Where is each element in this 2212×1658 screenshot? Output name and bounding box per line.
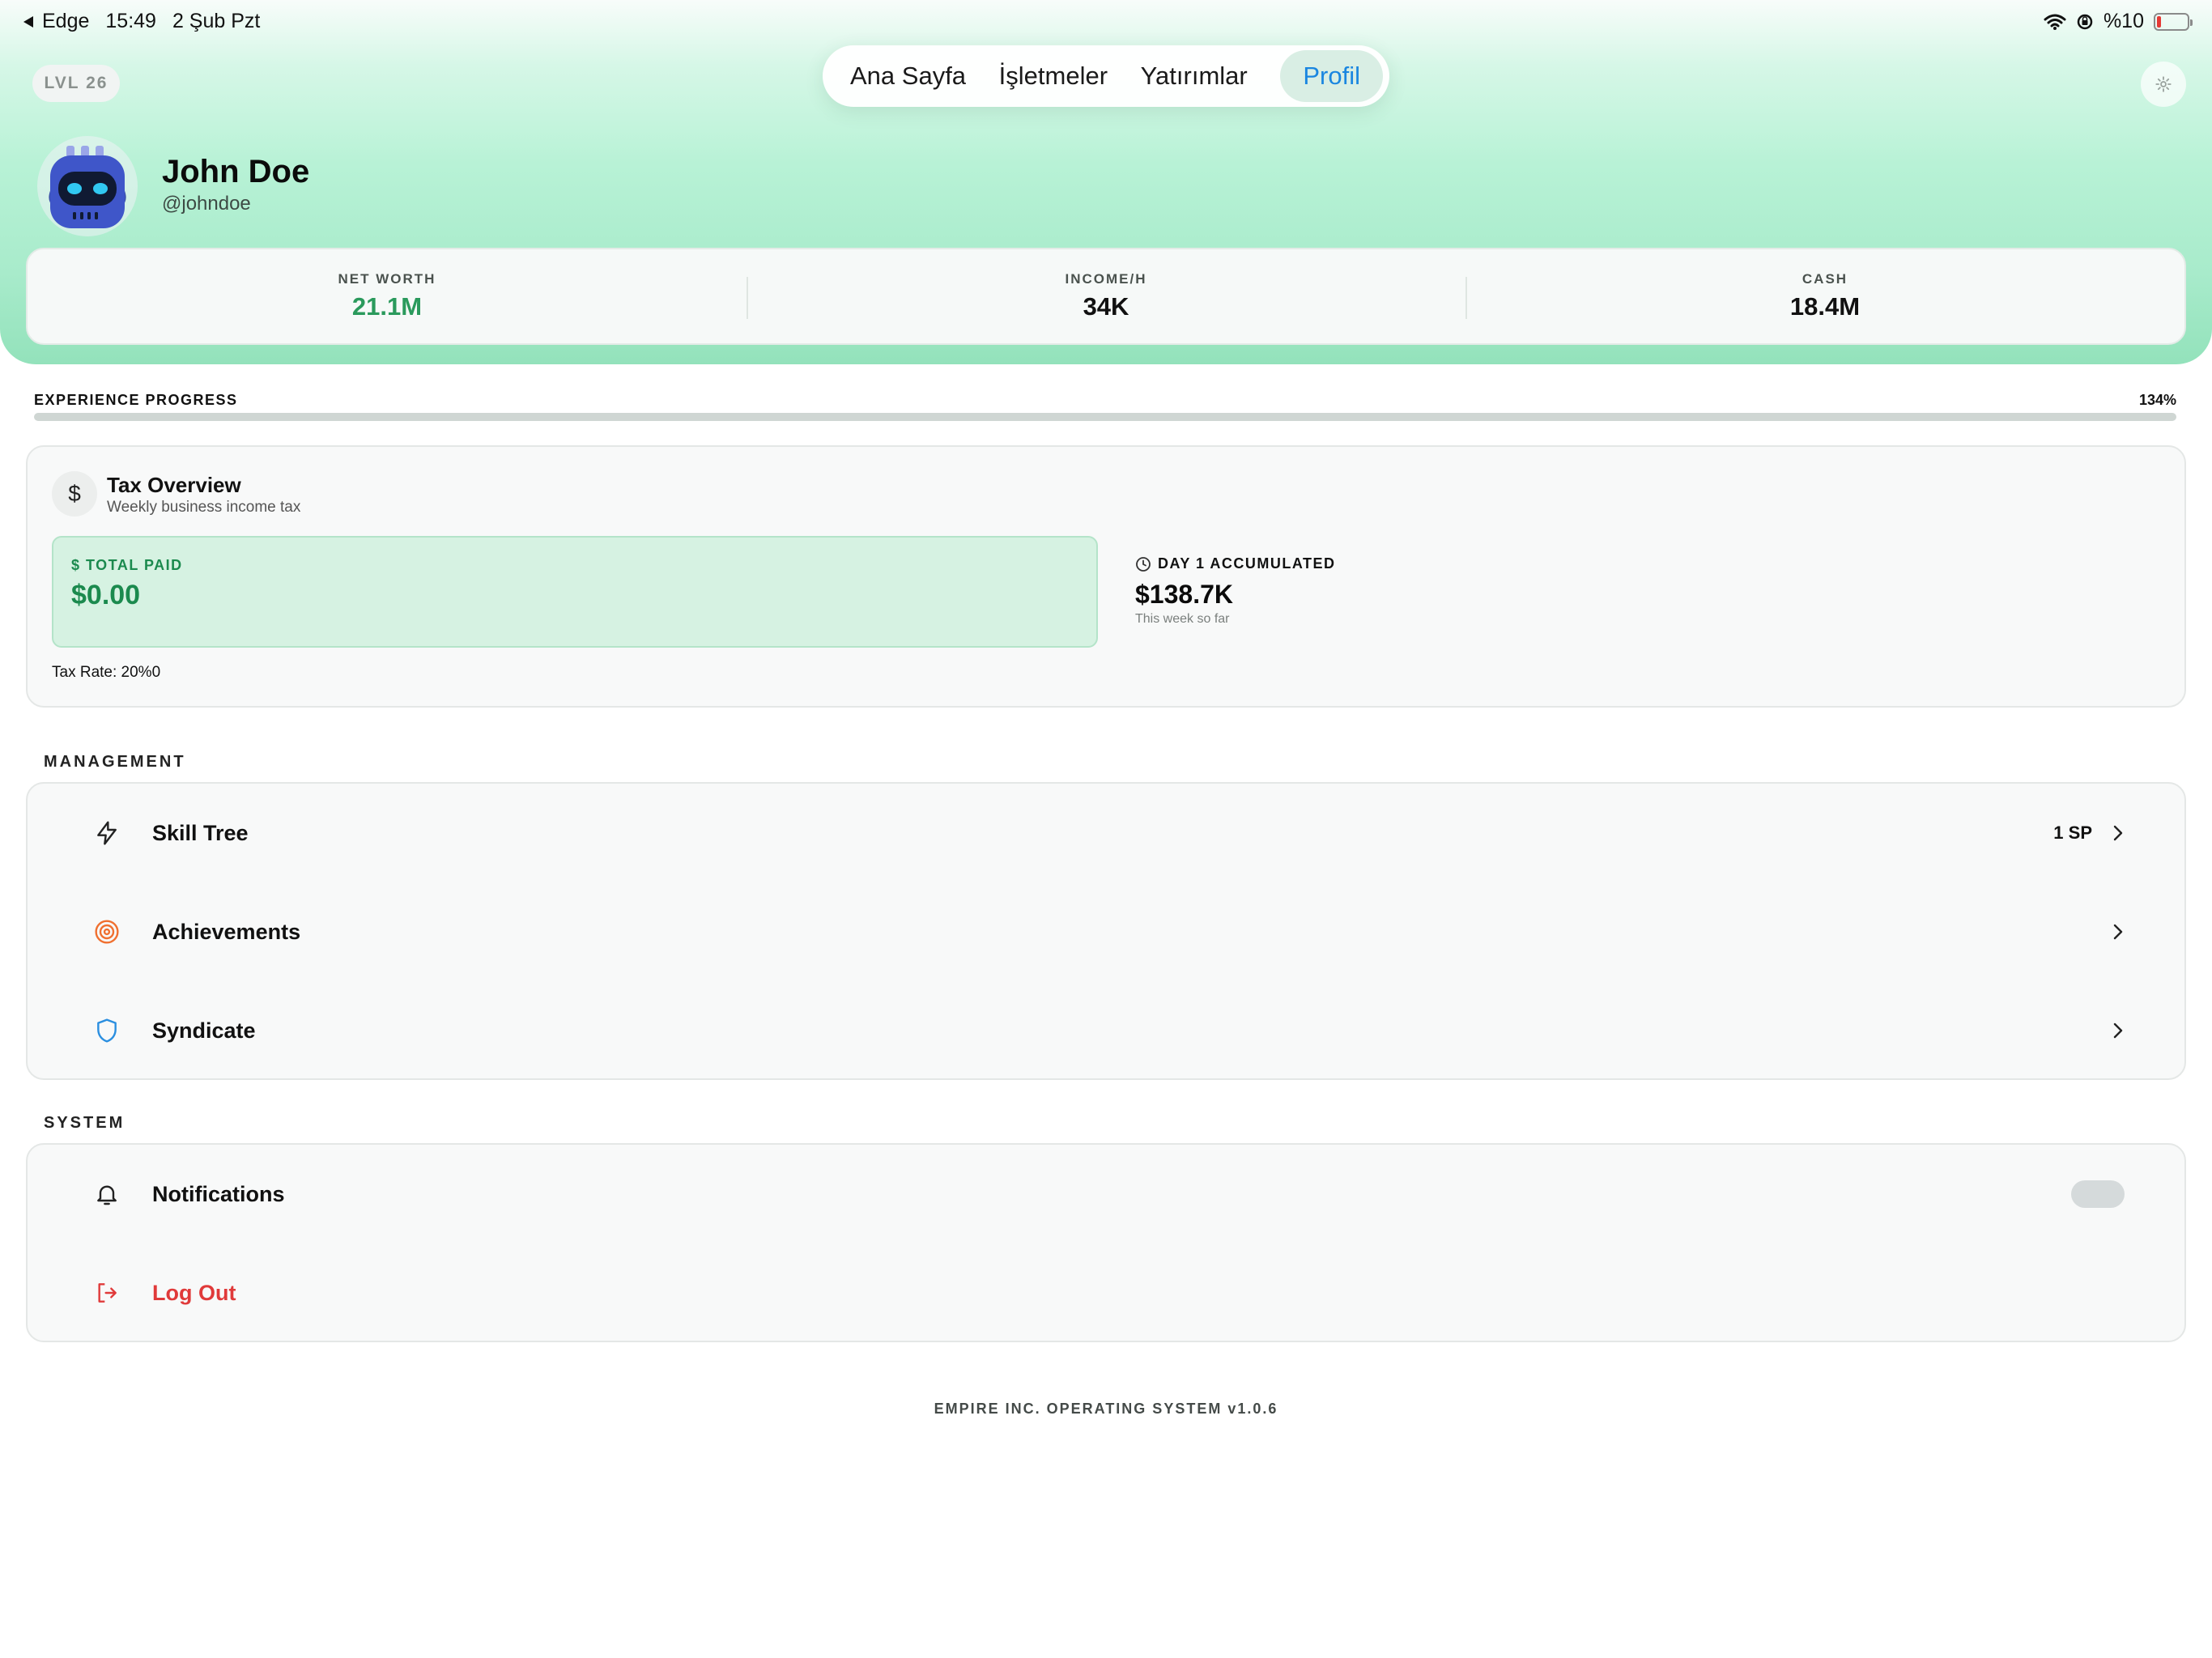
avatar[interactable]	[36, 134, 139, 238]
chevron-right-icon	[2113, 1022, 2123, 1039]
status-bar-right: %10	[2044, 10, 2193, 33]
experience-label: EXPERIENCE PROGRESS	[34, 392, 238, 408]
tax-rate: Tax Rate: 20%0	[52, 664, 161, 681]
stat-cash: CASH 18.4M	[1465, 249, 2184, 343]
achievements-right	[2112, 922, 2125, 942]
tax-subtitle: Weekly business income tax	[107, 499, 301, 516]
back-to-app-button[interactable]: Edge	[23, 10, 89, 33]
achievements-row[interactable]: Achievements	[28, 882, 2184, 981]
skill-tree-right: 1 SP	[2053, 823, 2125, 844]
target-icon	[92, 917, 121, 946]
stat-label: NET WORTH	[338, 271, 436, 287]
chevron-right-icon	[2113, 924, 2123, 940]
achievements-label: Achievements	[152, 919, 301, 944]
system-section-title: SYSTEM	[44, 1114, 125, 1132]
experience-progress-fill	[34, 413, 2176, 421]
skill-tree-row[interactable]: Skill Tree 1 SP	[28, 784, 2184, 882]
tax-overview-card: $ Tax Overview Weekly business income ta…	[26, 445, 2186, 708]
main-tab-bar: Ana Sayfa İşletmeler Yatırımlar Profil	[823, 45, 1389, 107]
chevron-right-icon	[2113, 825, 2123, 841]
level-badge: LVL 26	[32, 65, 120, 102]
tax-title: Tax Overview	[107, 473, 241, 497]
stat-net-worth: NET WORTH 21.1M	[28, 249, 747, 343]
system-card: Notifications Log Out	[26, 1143, 2186, 1342]
accumulated-value: $138.7K	[1135, 580, 1233, 609]
accumulated-label-row: DAY 1 ACCUMULATED	[1135, 555, 1336, 572]
accumulated-label: DAY 1 ACCUMULATED	[1158, 555, 1336, 572]
stat-value: 34K	[1083, 292, 1129, 321]
bell-icon	[92, 1180, 121, 1209]
tab-profil[interactable]: Profil	[1280, 50, 1383, 102]
syndicate-label: Syndicate	[152, 1018, 256, 1043]
skill-tree-label: Skill Tree	[152, 820, 249, 845]
stat-value: 21.1M	[351, 292, 423, 321]
logout-row[interactable]: Log Out	[28, 1244, 2184, 1342]
orientation-lock-icon	[2077, 14, 2093, 29]
notifications-toggle[interactable]	[2071, 1180, 2125, 1208]
battery-percent: %10	[2103, 10, 2144, 32]
stat-value: 18.4M	[1789, 292, 1861, 321]
status-time: 15:49	[105, 10, 156, 32]
stats-card: NET WORTH 21.1M INCOME/H 34K CASH 18.4M	[26, 248, 2186, 345]
experience-progress-bar	[34, 413, 2176, 421]
management-section-title: MANAGEMENT	[44, 753, 186, 771]
total-paid-label: $ TOTAL PAID	[71, 557, 183, 573]
management-card: Skill Tree 1 SP Achievements Syndicate	[26, 782, 2186, 1080]
logout-icon	[92, 1278, 121, 1307]
user-handle: @johndoe	[162, 193, 251, 215]
syndicate-row[interactable]: Syndicate	[28, 981, 2184, 1080]
status-date: 2 Şub Pzt	[172, 10, 261, 32]
notifications-label: Notifications	[152, 1181, 285, 1206]
stat-income-per-hour: INCOME/H 34K	[747, 249, 1465, 343]
shield-icon	[92, 1016, 121, 1045]
stat-label: INCOME/H	[1065, 271, 1147, 287]
notifications-row: Notifications	[28, 1145, 2184, 1244]
stat-label: CASH	[1802, 271, 1848, 287]
robot-avatar-icon	[37, 136, 138, 236]
tab-ana-sayfa[interactable]: Ana Sayfa	[850, 50, 966, 102]
tab-yatirimlar[interactable]: Yatırımlar	[1141, 50, 1248, 102]
total-paid-box: $ TOTAL PAID $0.00	[52, 536, 1098, 648]
user-name: John Doe	[162, 154, 310, 189]
total-paid-value: $0.00	[71, 580, 141, 610]
clock-icon	[1136, 556, 1151, 572]
logout-label: Log Out	[152, 1280, 236, 1305]
wifi-icon	[2044, 14, 2066, 30]
dollar-icon: $	[52, 471, 97, 517]
status-bar-left: Edge 15:49 2 Şub Pzt	[23, 10, 260, 33]
skill-points-badge: 1 SP	[2053, 823, 2092, 843]
lightning-icon	[92, 818, 121, 848]
battery-icon	[2154, 12, 2193, 31]
accumulated-subtext: This week so far	[1135, 612, 1230, 626]
gear-icon	[2155, 76, 2172, 92]
syndicate-right	[2112, 1021, 2125, 1040]
settings-button[interactable]	[2141, 62, 2186, 107]
footer-version: EMPIRE INC. OPERATING SYSTEM v1.0.6	[934, 1401, 1278, 1417]
experience-percent: 134%	[2138, 392, 2176, 408]
back-triangle-icon	[23, 15, 33, 28]
back-app-label: Edge	[42, 10, 90, 32]
tab-isletmeler[interactable]: İşletmeler	[999, 50, 1108, 102]
